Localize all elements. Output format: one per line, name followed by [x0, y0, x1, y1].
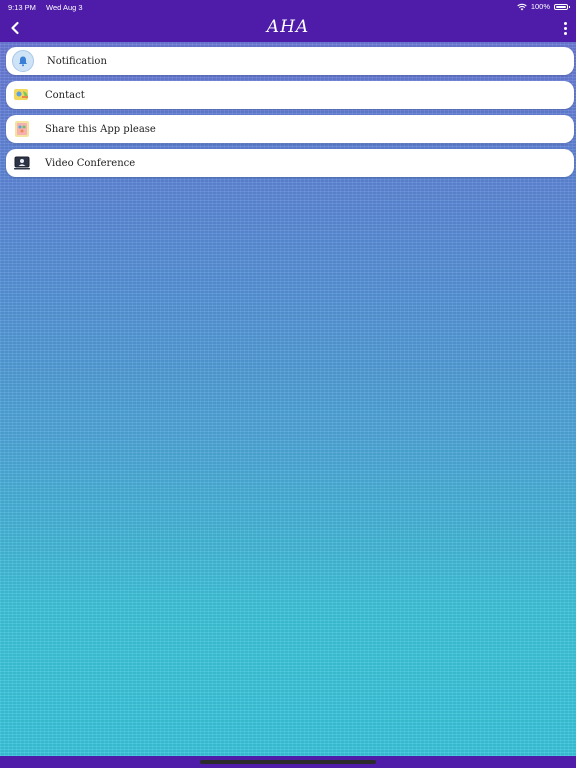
page-title: AHA: [266, 17, 310, 37]
nav-bar: AHA: [0, 14, 576, 42]
menu-item-label: Video Conference: [45, 157, 136, 169]
more-options-button[interactable]: [560, 19, 570, 37]
menu-item-label: Share this App please: [45, 123, 156, 135]
home-indicator[interactable]: [200, 760, 376, 764]
battery-percent: 100%: [530, 2, 550, 11]
menu-item-contact[interactable]: Contact: [6, 81, 574, 109]
more-dot-icon: [563, 31, 567, 35]
menu-item-share[interactable]: Share this App please: [6, 115, 574, 143]
status-bar: 9:13 PM Wed Aug 3 100%: [0, 0, 576, 14]
status-time: 9:13 PM: [8, 3, 36, 12]
status-date: Wed Aug 3: [46, 3, 83, 12]
menu-item-label: Notification: [47, 55, 107, 67]
menu-item-video-conference[interactable]: Video Conference: [6, 149, 574, 177]
wifi-icon: [517, 3, 527, 10]
content-area: Notification Contact Share this App plea…: [0, 42, 576, 756]
more-dot-icon: [563, 21, 567, 25]
status-left: 9:13 PM Wed Aug 3: [8, 3, 91, 12]
contact-icon: [12, 85, 32, 105]
menu-item-label: Contact: [45, 89, 85, 101]
video-conference-icon: [12, 153, 32, 173]
bell-icon: [12, 50, 34, 72]
share-icon: [12, 119, 32, 139]
menu-list: Notification Contact Share this App plea…: [6, 47, 574, 183]
status-right: 100%: [517, 2, 570, 11]
more-dot-icon: [563, 26, 567, 30]
bottom-bar: [0, 756, 576, 768]
battery-icon: [554, 3, 570, 10]
menu-item-notification[interactable]: Notification: [6, 47, 574, 75]
